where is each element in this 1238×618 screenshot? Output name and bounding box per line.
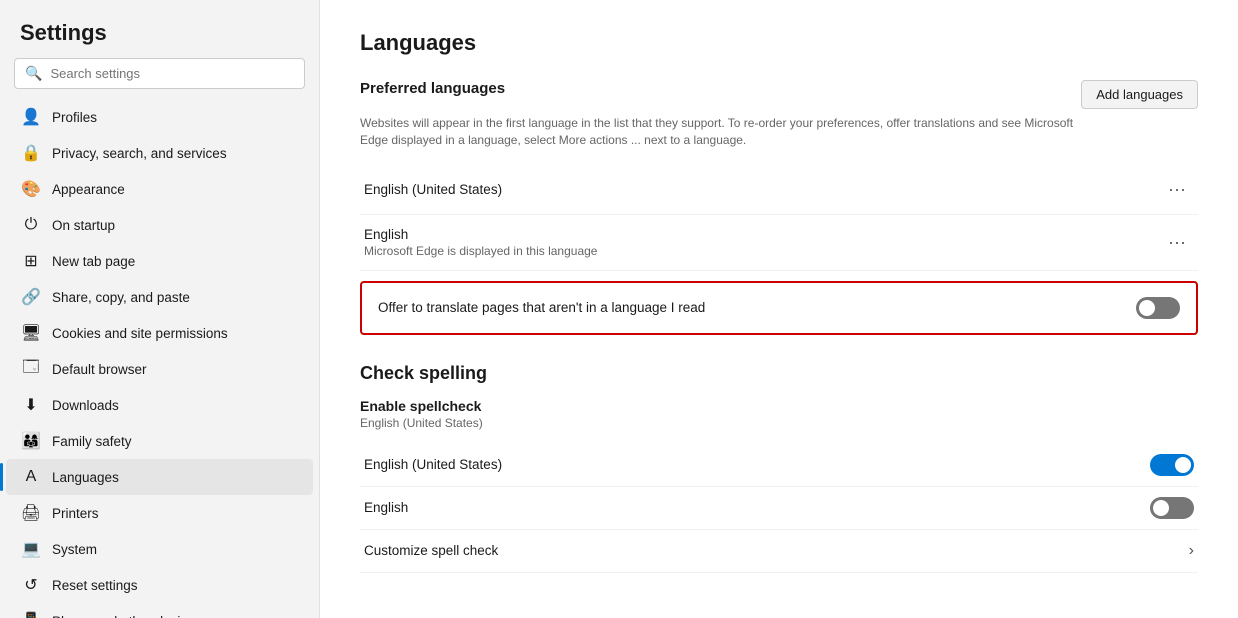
check-spelling-section: Check spelling Enable spellcheck English… <box>360 363 1198 573</box>
sidebar-item-new-tab[interactable]: ⊞ New tab page <box>6 243 313 279</box>
preferred-languages-desc: Websites will appear in the first langua… <box>360 115 1080 149</box>
sidebar-item-share[interactable]: 🔗 Share, copy, and paste <box>6 279 313 315</box>
page-title: Languages <box>360 30 1198 56</box>
spellcheck-toggle-0[interactable] <box>1150 454 1194 476</box>
translate-offer-label: Offer to translate pages that aren't in … <box>378 300 705 315</box>
appearance-icon: 🎨 <box>22 180 40 198</box>
lang-name: English (United States) <box>364 182 502 197</box>
sidebar-item-on-startup[interactable]: ⏻ On startup <box>6 207 313 243</box>
sidebar-item-profiles[interactable]: 👤 Profiles <box>6 99 313 135</box>
search-icon: 🔍 <box>25 65 42 82</box>
on-startup-icon: ⏻ <box>22 216 40 234</box>
sidebar-item-label-privacy: Privacy, search, and services <box>52 146 227 161</box>
profiles-icon: 👤 <box>22 108 40 126</box>
main-content: Languages Preferred languages Add langua… <box>320 0 1238 618</box>
lang-name: English <box>364 227 597 242</box>
pref-lang-title-text: Preferred languages <box>360 80 505 97</box>
sidebar-item-label-reset: Reset settings <box>52 578 138 593</box>
sidebar-item-privacy[interactable]: 🔒 Privacy, search, and services <box>6 135 313 171</box>
sidebar-title: Settings <box>0 0 319 58</box>
sidebar-item-appearance[interactable]: 🎨 Appearance <box>6 171 313 207</box>
language-list: English (United States) ··· English Microso… <box>360 165 1198 271</box>
spellcheck-language-row: English <box>360 487 1198 530</box>
sidebar-item-downloads[interactable]: ⬇ Downloads <box>6 387 313 423</box>
lang-sub: Microsoft Edge is displayed in this lang… <box>364 244 597 258</box>
sidebar-item-label-new-tab: New tab page <box>52 254 135 269</box>
spellcheck-lang-name: English <box>364 500 408 515</box>
sidebar-item-reset[interactable]: ↺ Reset settings <box>6 567 313 603</box>
share-icon: 🔗 <box>22 288 40 306</box>
system-icon: 💻 <box>22 540 40 558</box>
enable-spellcheck-label: Enable spellcheck <box>360 398 1198 414</box>
sidebar: Settings 🔍 👤 Profiles 🔒 Privacy, search, an… <box>0 0 320 618</box>
check-spelling-title: Check spelling <box>360 363 1198 384</box>
privacy-icon: 🔒 <box>22 144 40 162</box>
languages-icon: A <box>22 468 40 486</box>
search-input[interactable] <box>50 66 294 81</box>
sidebar-item-default-browser[interactable]: 🗔 Default browser <box>6 351 313 387</box>
preferred-languages-section: Preferred languages Add languages Websit… <box>360 80 1198 271</box>
sidebar-item-label-cookies: Cookies and site permissions <box>52 326 228 341</box>
translate-offer-row: Offer to translate pages that aren't in … <box>360 281 1198 335</box>
default-browser-icon: 🗔 <box>22 360 40 378</box>
preferred-language-row: English (United States) ··· <box>360 165 1198 215</box>
downloads-icon: ⬇ <box>22 396 40 414</box>
sidebar-item-label-downloads: Downloads <box>52 398 119 413</box>
customize-spell-check-label: Customize spell check <box>364 543 498 558</box>
more-actions-button[interactable]: ··· <box>1160 230 1194 255</box>
spellcheck-language-list: English (United States) English <box>360 444 1198 530</box>
sidebar-item-label-phone: Phone and other devices <box>52 614 201 618</box>
sidebar-item-label-appearance: Appearance <box>52 182 125 197</box>
sidebar-item-label-system: System <box>52 542 97 557</box>
translate-offer-toggle[interactable] <box>1136 297 1180 319</box>
spellcheck-toggle-knob-1 <box>1153 500 1169 516</box>
printers-icon: 🖨 <box>22 504 40 522</box>
sidebar-nav: 👤 Profiles 🔒 Privacy, search, and services 🎨… <box>0 99 319 618</box>
enable-spellcheck-sub: English (United States) <box>360 416 1198 430</box>
lang-info: English Microsoft Edge is displayed in th… <box>364 227 597 258</box>
sidebar-item-label-share: Share, copy, and paste <box>52 290 190 305</box>
preferred-language-row: English Microsoft Edge is displayed in th… <box>360 215 1198 271</box>
sidebar-item-label-languages: Languages <box>52 470 119 485</box>
spellcheck-toggle-1[interactable] <box>1150 497 1194 519</box>
sidebar-item-label-on-startup: On startup <box>52 218 115 233</box>
sidebar-item-languages[interactable]: A Languages <box>6 459 313 495</box>
add-languages-button[interactable]: Add languages <box>1081 80 1198 109</box>
spellcheck-toggle-knob-0 <box>1175 457 1191 473</box>
sidebar-item-cookies[interactable]: 🖥 Cookies and site permissions <box>6 315 313 351</box>
sidebar-item-label-profiles: Profiles <box>52 110 97 125</box>
reset-icon: ↺ <box>22 576 40 594</box>
sidebar-item-phone[interactable]: 📱 Phone and other devices <box>6 603 313 618</box>
phone-icon: 📱 <box>22 612 40 618</box>
chevron-right-icon: › <box>1189 542 1194 560</box>
sidebar-item-printers[interactable]: 🖨 Printers <box>6 495 313 531</box>
translate-offer-toggle-knob <box>1139 300 1155 316</box>
customize-spell-check-row[interactable]: Customize spell check › <box>360 530 1198 573</box>
family-safety-icon: 👨‍👩‍👧 <box>22 432 40 450</box>
sidebar-item-label-printers: Printers <box>52 506 99 521</box>
sidebar-item-family-safety[interactable]: 👨‍👩‍👧 Family safety <box>6 423 313 459</box>
lang-info: English (United States) <box>364 182 502 197</box>
search-box[interactable]: 🔍 <box>14 58 305 89</box>
sidebar-item-label-default-browser: Default browser <box>52 362 147 377</box>
spellcheck-lang-name: English (United States) <box>364 457 502 472</box>
sidebar-item-system[interactable]: 💻 System <box>6 531 313 567</box>
more-actions-button[interactable]: ··· <box>1160 177 1194 202</box>
sidebar-item-label-family-safety: Family safety <box>52 434 132 449</box>
preferred-languages-title: Preferred languages <box>360 80 505 97</box>
spellcheck-language-row: English (United States) <box>360 444 1198 487</box>
cookies-icon: 🖥 <box>22 324 40 342</box>
new-tab-icon: ⊞ <box>22 252 40 270</box>
preferred-languages-header: Preferred languages Add languages <box>360 80 1198 109</box>
